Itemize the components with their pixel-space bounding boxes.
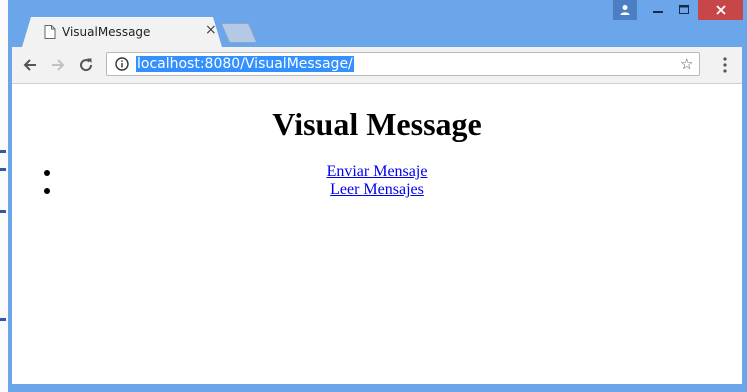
nav-link-list: Enviar Mensaje Leer Mensajes xyxy=(12,163,742,199)
close-tab-icon[interactable]: × xyxy=(205,22,217,38)
reload-icon xyxy=(80,58,93,72)
back-button[interactable] xyxy=(20,55,40,75)
minimize-button[interactable] xyxy=(645,0,671,20)
tab-title: VisualMessage xyxy=(62,25,151,39)
arrow-left-icon xyxy=(23,59,36,71)
minimize-icon xyxy=(653,11,663,13)
list-item: Enviar Mensaje xyxy=(12,163,742,181)
close-window-button[interactable] xyxy=(698,0,743,20)
background-mark xyxy=(0,150,6,153)
url-text[interactable]: localhost:8080/VisualMessage/ xyxy=(136,56,354,72)
profile-button[interactable] xyxy=(613,0,637,20)
close-icon xyxy=(715,5,726,15)
bullet xyxy=(44,188,50,194)
tab-visualmessage[interactable]: VisualMessage × xyxy=(22,17,222,47)
enviar-mensaje-link[interactable]: Enviar Mensaje xyxy=(327,163,428,180)
list-item: Leer Mensajes xyxy=(12,181,742,199)
bookmark-star-icon[interactable]: ☆ xyxy=(680,55,693,73)
person-icon xyxy=(620,5,630,15)
address-bar[interactable]: localhost:8080/VisualMessage/ ☆ xyxy=(106,52,700,76)
new-tab-button[interactable] xyxy=(222,24,256,42)
background-mark xyxy=(0,318,6,321)
maximize-button[interactable] xyxy=(671,0,697,20)
reload-button[interactable] xyxy=(76,55,96,75)
info-icon[interactable] xyxy=(115,57,129,71)
page-viewport: Visual Message Enviar Mensaje Leer Mensa… xyxy=(12,84,742,384)
title-bar[interactable]: VisualMessage × xyxy=(8,0,747,47)
bullet xyxy=(44,170,50,176)
page-icon xyxy=(44,25,56,39)
background-mark xyxy=(0,168,6,171)
page-title: Visual Message xyxy=(272,106,482,142)
browser-window: VisualMessage × localhost:8080/VisualMes… xyxy=(8,0,747,392)
browser-toolbar: localhost:8080/VisualMessage/ ☆ xyxy=(12,47,742,84)
leer-mensajes-link[interactable]: Leer Mensajes xyxy=(330,181,424,198)
menu-dots-icon[interactable] xyxy=(723,57,727,73)
arrow-right-icon xyxy=(52,59,65,71)
background-mark xyxy=(0,210,6,213)
maximize-icon xyxy=(679,5,689,14)
forward-button[interactable] xyxy=(48,55,68,75)
